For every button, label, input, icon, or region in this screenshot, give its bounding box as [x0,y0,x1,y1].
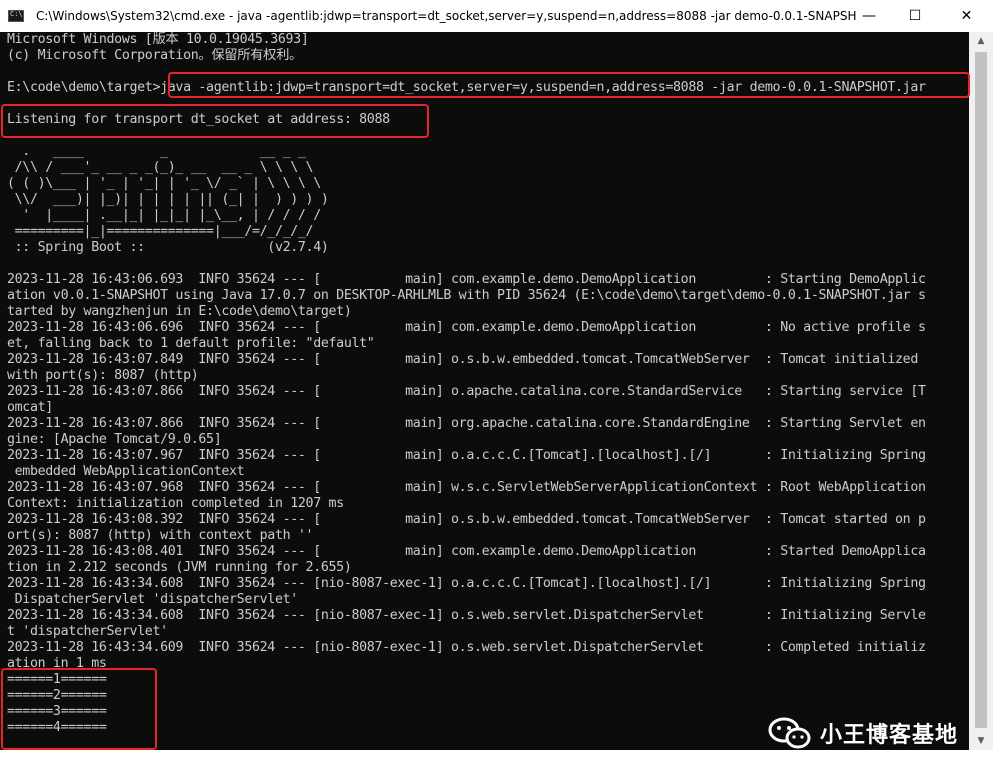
highlight-command-box [168,72,970,98]
console-line: 2023-11-28 16:43:34.608 INFO 35624 --- [… [7,608,926,623]
console-line: Microsoft Windows [版本 10.0.19045.3693] [7,32,309,47]
console-text: Microsoft Windows [版本 10.0.19045.3693] (c… [7,32,926,750]
console-line: tion in 2.212 seconds (JVM running for 2… [7,560,352,575]
console-line: 2023-11-28 16:43:08.392 INFO 35624 --- [… [7,512,926,527]
console-line: ( ( )\___ | '_ | '_| | '_ \/ _` | \ \ \ … [7,176,321,191]
cmd-window: C:\Windows\System32\cmd.exe - java -agen… [0,0,993,778]
console-line: 2023-11-28 16:43:07.967 INFO 35624 --- [… [7,448,926,463]
console-line: omcat] [7,400,53,415]
console-line: 2023-11-28 16:43:06.696 INFO 35624 --- [… [7,320,926,335]
console-line: 2023-11-28 16:43:07.866 INFO 35624 --- [… [7,384,926,399]
console-line: Context: initialization completed in 120… [7,496,344,511]
maximize-button[interactable]: ☐ [892,0,938,32]
highlight-listening-box [1,104,429,138]
title-bar[interactable]: C:\Windows\System32\cmd.exe - java -agen… [0,0,993,32]
console-line: (c) Microsoft Corporation。保留所有权利。 [7,48,302,63]
console-line: 2023-11-28 16:43:07.968 INFO 35624 --- [… [7,480,926,495]
console-line: \\/ ___)| |_)| | | | | || (_| | ) ) ) ) [7,192,329,207]
console-line: et, falling back to 1 default profile: "… [7,336,375,351]
console-line: t 'dispatcherServlet' [7,624,168,639]
console-line: 2023-11-28 16:43:06.693 INFO 35624 --- [… [7,272,926,287]
console-line: with port(s): 8087 (http) [7,368,199,383]
scroll-thumb[interactable] [975,52,987,728]
console-line: 2023-11-28 16:43:08.401 INFO 35624 --- [… [7,544,926,559]
console-output[interactable]: Microsoft Windows [版本 10.0.19045.3693] (c… [0,32,969,750]
scroll-down-arrow-icon[interactable]: ▼ [969,732,993,750]
console-line: /\\ / ___'_ __ _ _(_)_ __ __ _ \ \ \ \ [7,160,314,175]
minimize-button[interactable]: — [846,0,892,32]
watermark-text: 小王博客基地 [820,723,959,748]
window-title: C:\Windows\System32\cmd.exe - java -agen… [36,9,856,23]
vertical-scrollbar[interactable]: ▲ ▼ [969,32,993,750]
console-line: ation v0.0.1-SNAPSHOT using Java 17.0.7 … [7,288,926,303]
console-line: 2023-11-28 16:43:07.849 INFO 35624 --- [… [7,352,918,367]
console-line: ' |____| .__|_| |_|_| |_\__, | / / / / [7,208,321,223]
scroll-up-arrow-icon[interactable]: ▲ [969,32,993,50]
console-line: =========|_|==============|___/=/_/_/_/ [7,224,314,239]
console-line: DispatcherServlet 'dispatcherServlet' [7,592,299,607]
console-line: gine: [Apache Tomcat/9.0.65] [7,432,222,447]
highlight-output-box [1,668,157,750]
wechat-icon [768,716,812,750]
close-button[interactable]: ✕ [940,0,993,32]
console-line: tarted by wangzhenjun in E:\code\demo\ta… [7,304,352,319]
cmd-app-icon [8,10,24,22]
console-line: 2023-11-28 16:43:34.608 INFO 35624 --- [… [7,576,926,591]
console-line: :: Spring Boot :: (v2.7.4) [7,240,329,255]
console-line: . ____ _ __ _ _ [7,144,306,159]
console-line: 2023-11-28 16:43:34.609 INFO 35624 --- [… [7,640,926,655]
console-line: embedded WebApplicationContext [7,464,245,479]
console-line: 2023-11-28 16:43:07.866 INFO 35624 --- [… [7,416,926,431]
watermark: 小王博客基地 [768,716,958,750]
console-line: ort(s): 8087 (http) with context path '' [7,528,314,543]
window-bottom-edge [0,750,993,778]
